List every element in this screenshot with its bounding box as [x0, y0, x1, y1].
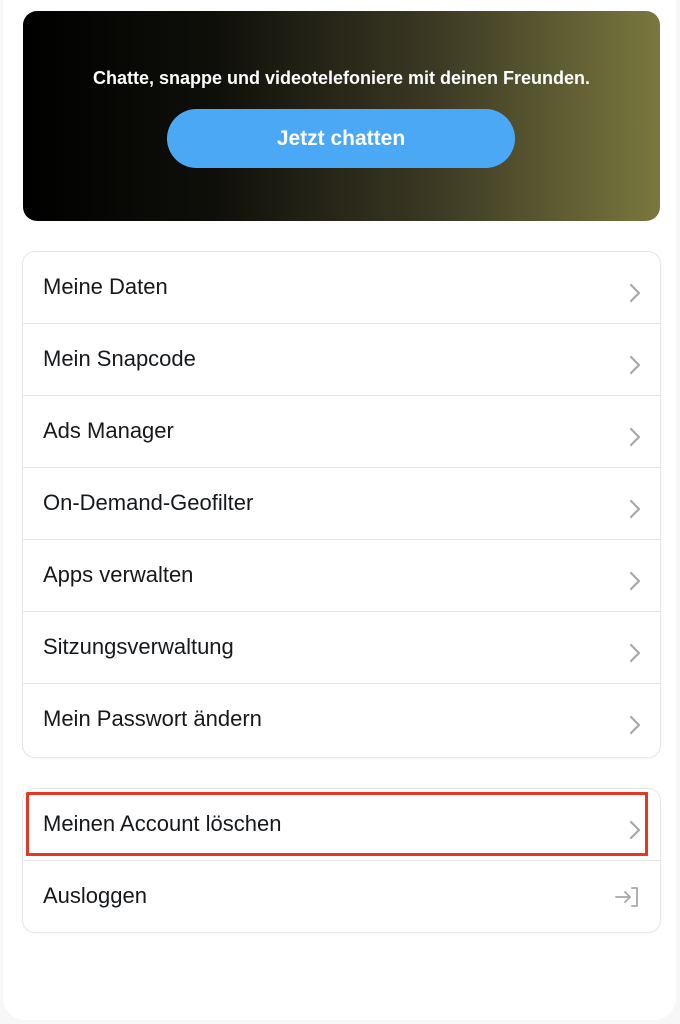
menu-item-manage-apps[interactable]: Apps verwalten — [23, 540, 660, 612]
menu-item-label: Meine Daten — [43, 274, 168, 299]
menu-item-label: Mein Snapcode — [43, 346, 196, 371]
chevron-right-icon — [629, 427, 641, 447]
promo-banner: Chatte, snappe und videotelefoniere mit … — [23, 11, 660, 221]
chevron-right-icon — [629, 283, 641, 303]
menu-item-label: Apps verwalten — [43, 562, 194, 587]
menu-item-sessions[interactable]: Sitzungsverwaltung — [23, 612, 660, 684]
menu-item-my-data[interactable]: Meine Daten — [23, 252, 660, 324]
logout-icon — [615, 887, 638, 907]
menu-item-label: On-Demand-Geofilter — [43, 490, 254, 515]
logout-label: Ausloggen — [43, 883, 147, 908]
menu-item-geofilter[interactable]: On-Demand-Geofilter — [23, 468, 660, 540]
promo-text: Chatte, snappe und videotelefoniere mit … — [92, 68, 591, 88]
chevron-right-icon — [629, 571, 641, 591]
chevron-right-icon — [629, 355, 641, 375]
logout-item[interactable]: Ausloggen — [23, 861, 660, 932]
menu-item-ads-manager[interactable]: Ads Manager — [23, 396, 660, 468]
start-chat-button[interactable]: Jetzt chatten — [167, 109, 515, 168]
chevron-right-icon — [629, 715, 641, 735]
account-menu: Meinen Account löschen Ausloggen — [23, 789, 660, 932]
menu-item-label: Mein Passwort ändern — [43, 706, 262, 731]
settings-menu: Meine Daten Mein Snapcode Ads Manager On… — [23, 252, 660, 757]
menu-item-label: Ads Manager — [43, 418, 174, 443]
menu-item-change-password[interactable]: Mein Passwort ändern — [23, 684, 660, 756]
menu-item-label: Sitzungsverwaltung — [43, 634, 234, 659]
chevron-right-icon — [629, 643, 641, 663]
menu-item-snapcode[interactable]: Mein Snapcode — [23, 324, 660, 396]
delete-account-label: Meinen Account löschen — [43, 811, 282, 836]
chevron-right-icon — [629, 499, 641, 519]
delete-account-item[interactable]: Meinen Account löschen — [23, 789, 660, 861]
chevron-right-icon — [629, 820, 641, 840]
